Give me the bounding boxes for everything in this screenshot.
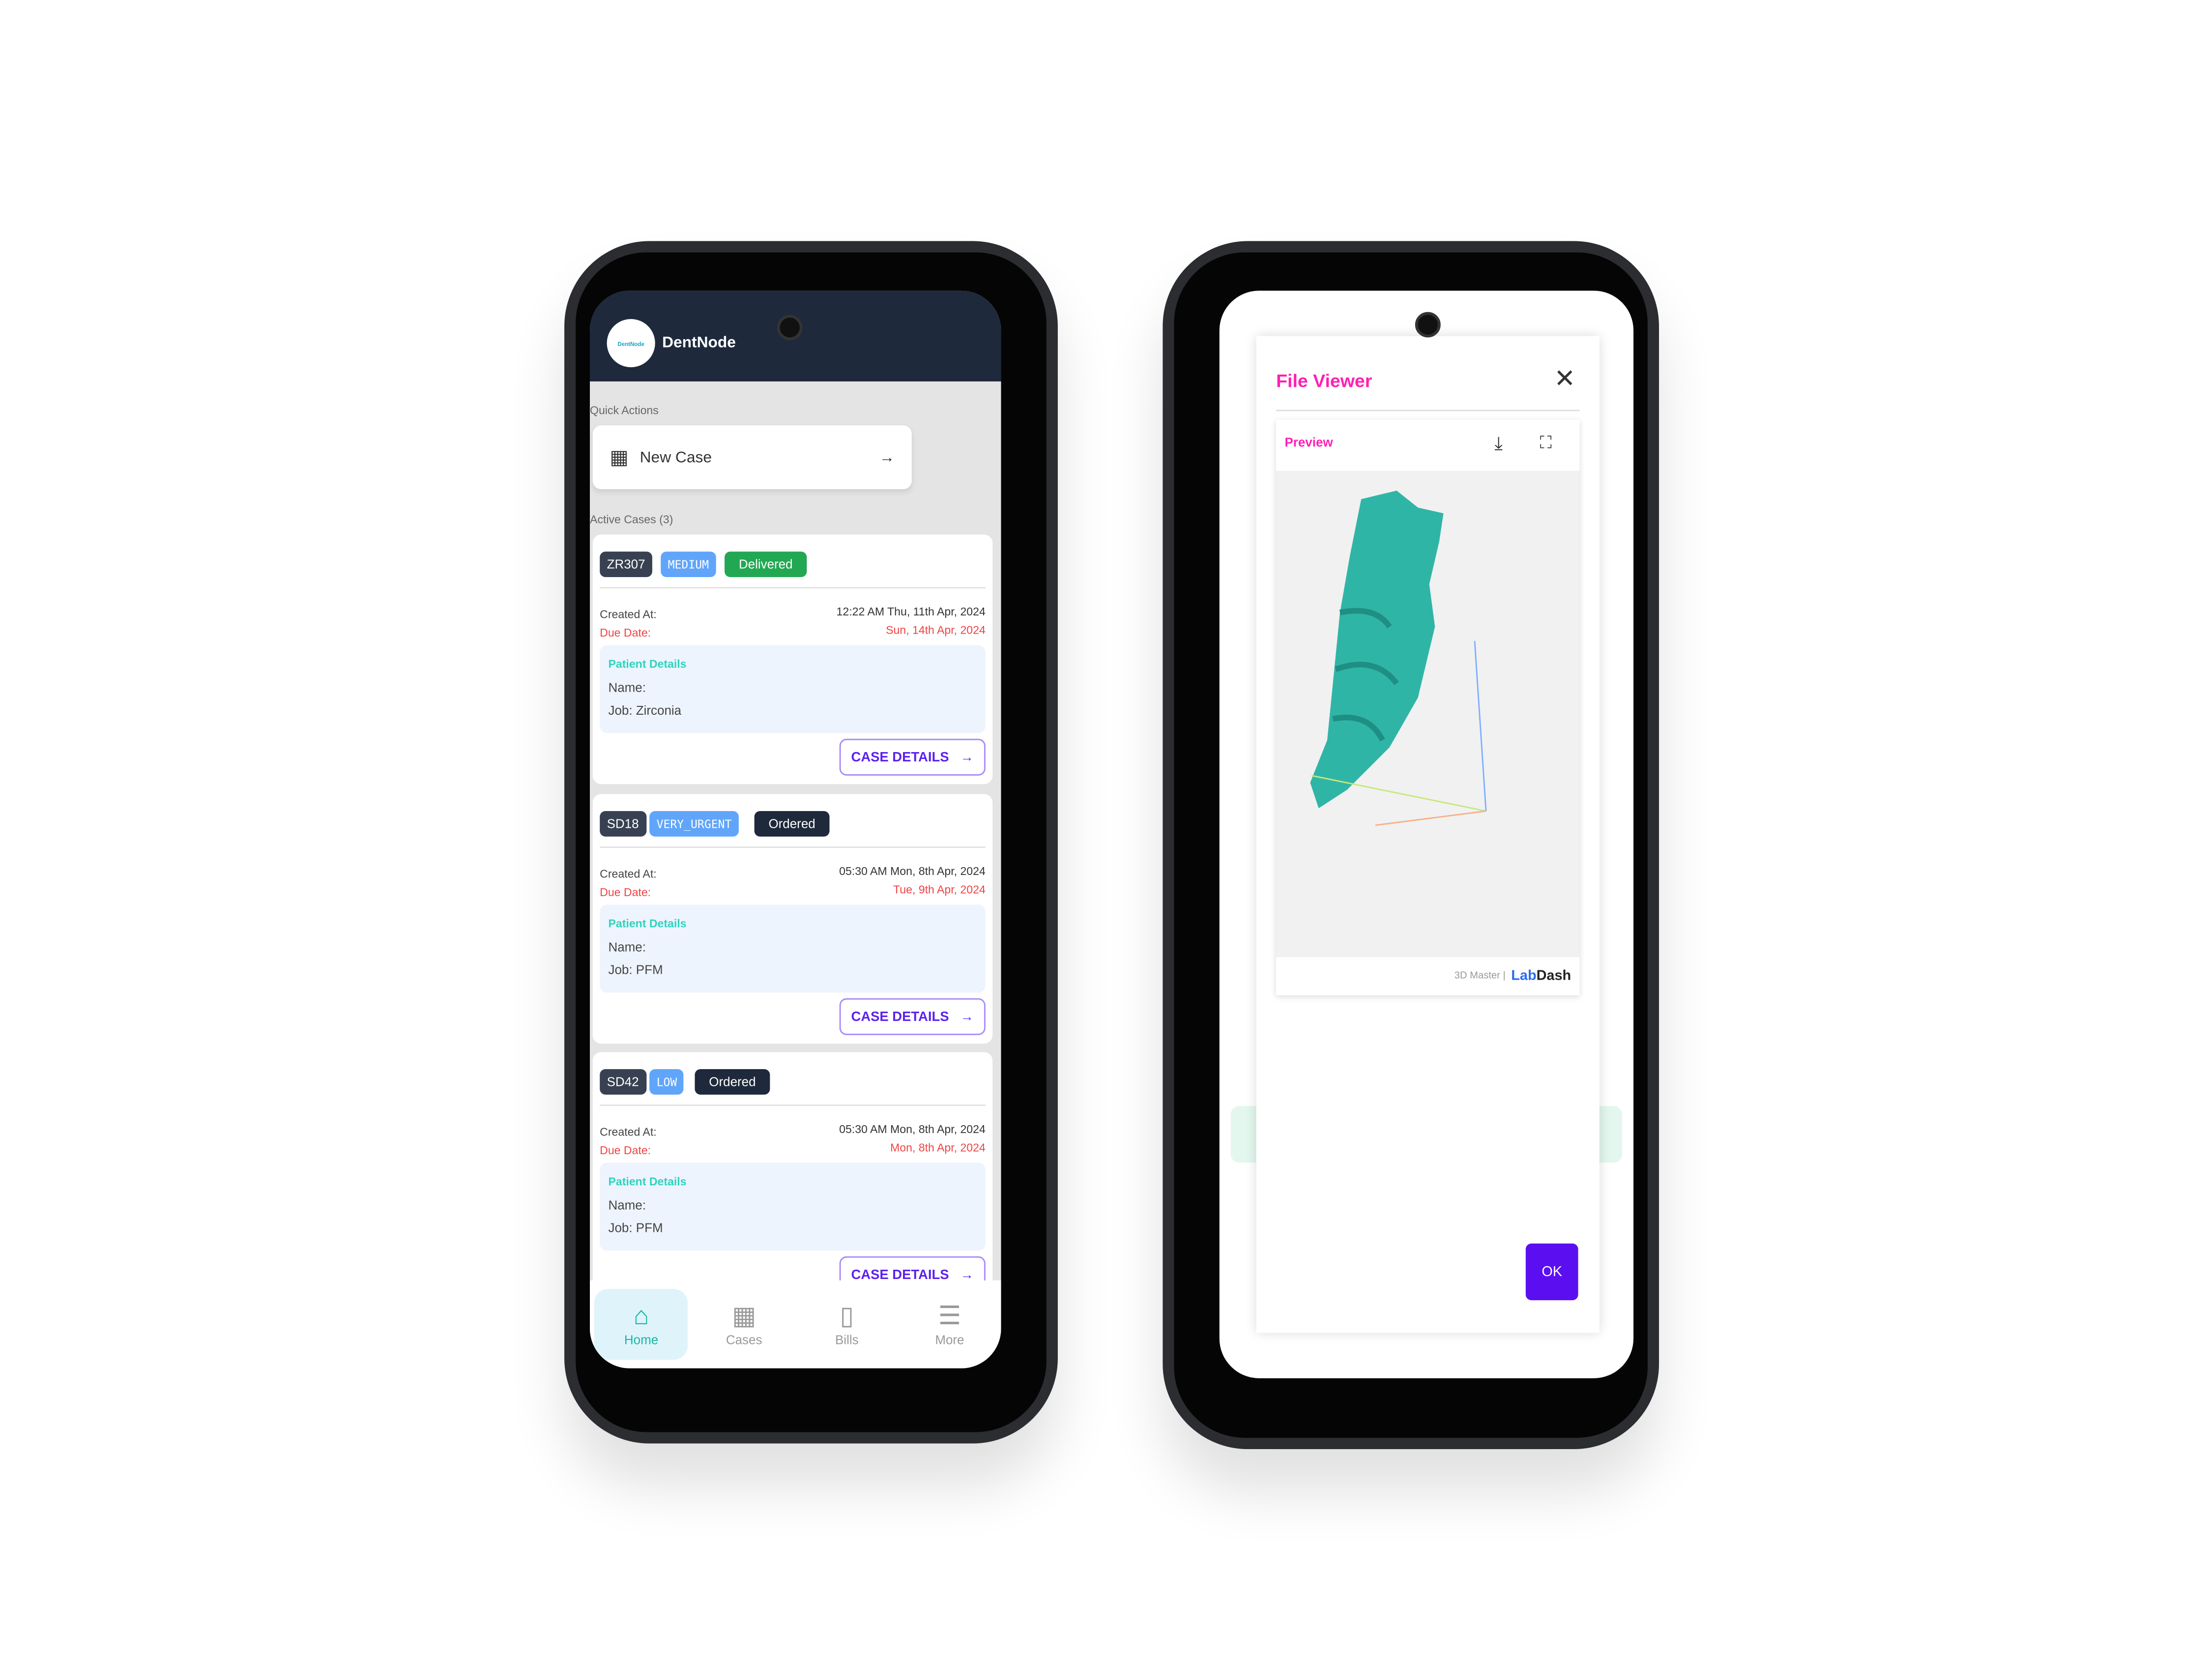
- patient-details: Patient Details Name: Job: PFM: [600, 1163, 986, 1251]
- status-badge: Delivered: [725, 552, 807, 578]
- preview-panel: Preview ⤓ ⛶ 3D Master | LabDash: [1276, 419, 1580, 995]
- case-card: SD42 LOW Ordered Created At: 05:30 AM Mo…: [592, 1052, 993, 1302]
- footer-text: 3D Master |: [1454, 971, 1506, 982]
- file-viewer-screen: File Viewer ✕ Preview ⤓ ⛶ 3D Master | La…: [1219, 291, 1634, 1378]
- app-name: DentNode: [662, 334, 736, 352]
- file-icon: ▯: [840, 1301, 854, 1330]
- status-badge: Ordered: [754, 811, 830, 837]
- job-type: Job: PFM: [608, 1221, 663, 1235]
- created-label: Created At:: [600, 868, 657, 881]
- case-id-badge: SD42: [600, 1069, 646, 1095]
- arrow-right-icon: →: [879, 448, 895, 466]
- case-id-badge: ZR307: [600, 552, 652, 578]
- fullscreen-icon[interactable]: ⛶: [1540, 433, 1552, 454]
- arrow-right-icon: →: [960, 1009, 974, 1025]
- patient-details-title: Patient Details: [608, 1175, 687, 1189]
- quick-actions-title: Quick Actions: [589, 404, 659, 417]
- created-at: 05:30 AM Mon, 8th Apr, 2024: [839, 865, 986, 878]
- file-viewer-dialog: File Viewer ✕ Preview ⤓ ⛶ 3D Master | La…: [1256, 336, 1600, 1333]
- logo: DentNode: [607, 319, 655, 368]
- patient-details-title: Patient Details: [608, 658, 687, 671]
- 3d-model-viewer[interactable]: [1276, 471, 1579, 957]
- new-case-button[interactable]: ▦ New Case →: [592, 425, 912, 490]
- case-details-button[interactable]: CASE DETAILS →: [839, 738, 986, 776]
- menu-icon: ☰: [938, 1301, 961, 1330]
- left-phone: DentNode DentNode Quick Actions ▦ New Ca…: [564, 241, 1058, 1444]
- created-at: 12:22 AM Thu, 11th Apr, 2024: [836, 605, 986, 618]
- due-label: Due Date:: [600, 1144, 651, 1157]
- labdash-logo: LabDash: [1511, 968, 1572, 984]
- ok-button[interactable]: OK: [1525, 1243, 1578, 1301]
- arrow-right-icon: →: [960, 749, 974, 765]
- teeth-icon: ▦: [732, 1301, 757, 1330]
- new-case-label: New Case: [640, 448, 712, 466]
- due-label: Due Date:: [600, 886, 651, 899]
- patient-details: Patient Details Name: Job: PFM: [600, 904, 986, 993]
- nav-home[interactable]: ⌂ Home: [594, 1289, 688, 1360]
- due-date: Sun, 14th Apr, 2024: [886, 624, 986, 637]
- home-icon: ⌂: [633, 1301, 649, 1330]
- right-phone: File Viewer ✕ Preview ⤓ ⛶ 3D Master | La…: [1163, 241, 1659, 1450]
- created-label: Created At:: [600, 608, 657, 621]
- job-type: Job: PFM: [608, 962, 663, 977]
- nav-bills[interactable]: ▯ Bills: [800, 1289, 894, 1360]
- case-card: ZR307 MEDIUM Delivered Created At: 12:22…: [592, 534, 993, 785]
- priority-badge: MEDIUM: [661, 552, 716, 578]
- preview-label: Preview: [1284, 435, 1333, 450]
- due-date: Mon, 8th Apr, 2024: [890, 1141, 986, 1155]
- bottom-nav: ⌂ Home ▦ Cases ▯ Bills ☰ More: [589, 1280, 1001, 1368]
- home-screen: DentNode DentNode Quick Actions ▦ New Ca…: [589, 291, 1001, 1368]
- nav-more[interactable]: ☰ More: [903, 1289, 996, 1360]
- patient-details-title: Patient Details: [608, 917, 687, 931]
- nav-cases[interactable]: ▦ Cases: [698, 1289, 791, 1360]
- active-cases-title: Active Cases (3): [589, 513, 673, 526]
- due-date: Tue, 9th Apr, 2024: [893, 883, 986, 897]
- job-type: Job: Zirconia: [608, 703, 682, 718]
- created-label: Created At:: [600, 1126, 657, 1139]
- case-card: SD18 VERY_URGENT Ordered Created At: 05:…: [592, 794, 993, 1044]
- created-at: 05:30 AM Mon, 8th Apr, 2024: [839, 1123, 986, 1136]
- status-badge: Ordered: [695, 1069, 770, 1095]
- dialog-title: File Viewer: [1276, 370, 1372, 392]
- priority-badge: VERY_URGENT: [649, 811, 739, 837]
- case-details-button[interactable]: CASE DETAILS →: [839, 998, 986, 1035]
- priority-badge: LOW: [649, 1069, 684, 1095]
- case-id-badge: SD18: [600, 811, 646, 837]
- close-icon[interactable]: ✕: [1554, 364, 1576, 394]
- patient-details: Patient Details Name: Job: Zirconia: [600, 645, 986, 733]
- teeth-icon: ▦: [610, 445, 629, 468]
- due-label: Due Date:: [600, 626, 651, 640]
- patient-name: Name:: [608, 1198, 646, 1213]
- patient-name: Name:: [608, 680, 646, 695]
- download-icon[interactable]: ⤓: [1494, 433, 1503, 455]
- patient-name: Name:: [608, 940, 646, 955]
